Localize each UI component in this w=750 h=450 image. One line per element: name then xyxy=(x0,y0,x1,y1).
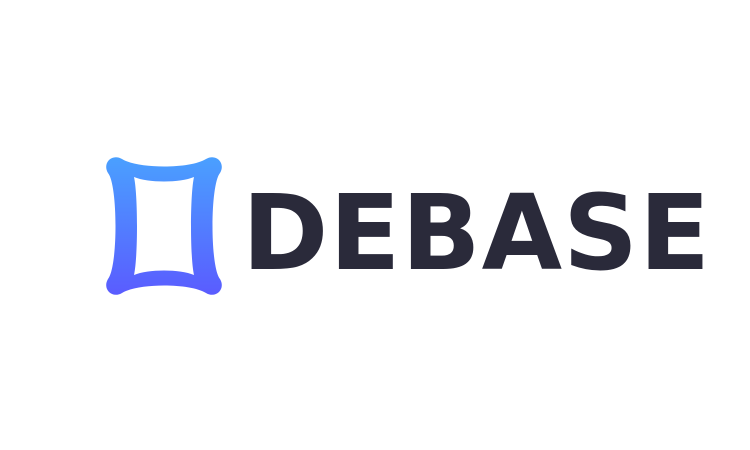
logo-canvas: DEBASE xyxy=(0,0,750,450)
rounded-frame-logo-icon xyxy=(106,157,222,295)
brand-logo: DEBASE xyxy=(104,155,710,300)
frame-outer-shape xyxy=(106,157,222,295)
brand-wordmark: DEBASE xyxy=(242,172,712,294)
